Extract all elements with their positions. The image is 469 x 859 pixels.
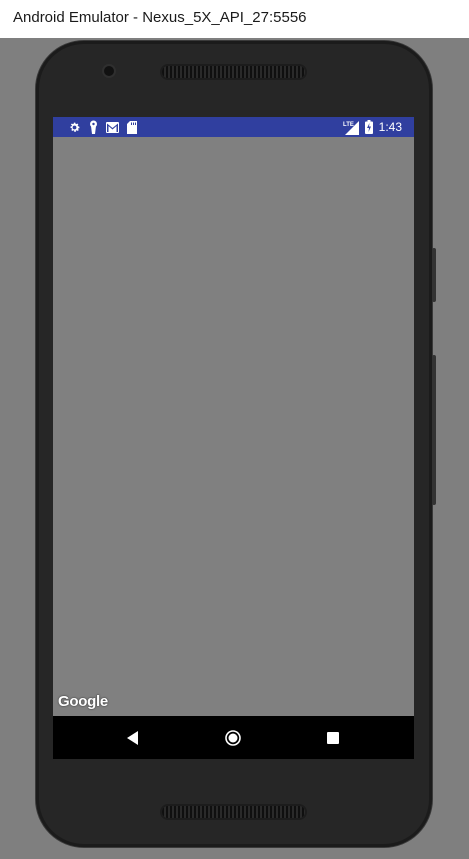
navigation-bar <box>53 716 414 759</box>
home-button[interactable] <box>213 716 253 759</box>
lte-signal-icon: LTE <box>343 120 359 135</box>
top-speaker-grille <box>162 66 305 78</box>
sd-card-icon <box>127 120 137 134</box>
emulator-title-bar: Android Emulator - Nexus_5X_API_27:5556 <box>0 0 469 38</box>
recents-button[interactable] <box>313 716 353 759</box>
keyhole-icon <box>89 120 98 134</box>
power-button[interactable] <box>432 248 436 302</box>
gmail-icon <box>106 121 119 133</box>
status-bar: LTE 1:43 <box>53 117 414 137</box>
back-icon <box>127 730 139 745</box>
google-logo: Google <box>58 693 108 710</box>
battery-charging-icon <box>364 120 373 134</box>
device-screen: LTE 1:43 Google <box>53 117 414 759</box>
bottom-speaker-grille <box>162 806 305 818</box>
notification-icons <box>68 120 137 134</box>
recents-icon <box>327 731 339 744</box>
lte-label: LTE <box>343 122 354 128</box>
status-time: 1:43 <box>378 120 402 134</box>
home-icon <box>225 729 241 746</box>
back-button[interactable] <box>113 716 153 759</box>
map-view[interactable]: Google <box>53 137 414 716</box>
front-camera <box>104 66 114 76</box>
volume-rocker[interactable] <box>432 355 436 505</box>
gear-icon <box>68 121 81 134</box>
window-title: Android Emulator - Nexus_5X_API_27:5556 <box>13 9 307 26</box>
system-status-icons: LTE 1:43 <box>343 119 402 135</box>
